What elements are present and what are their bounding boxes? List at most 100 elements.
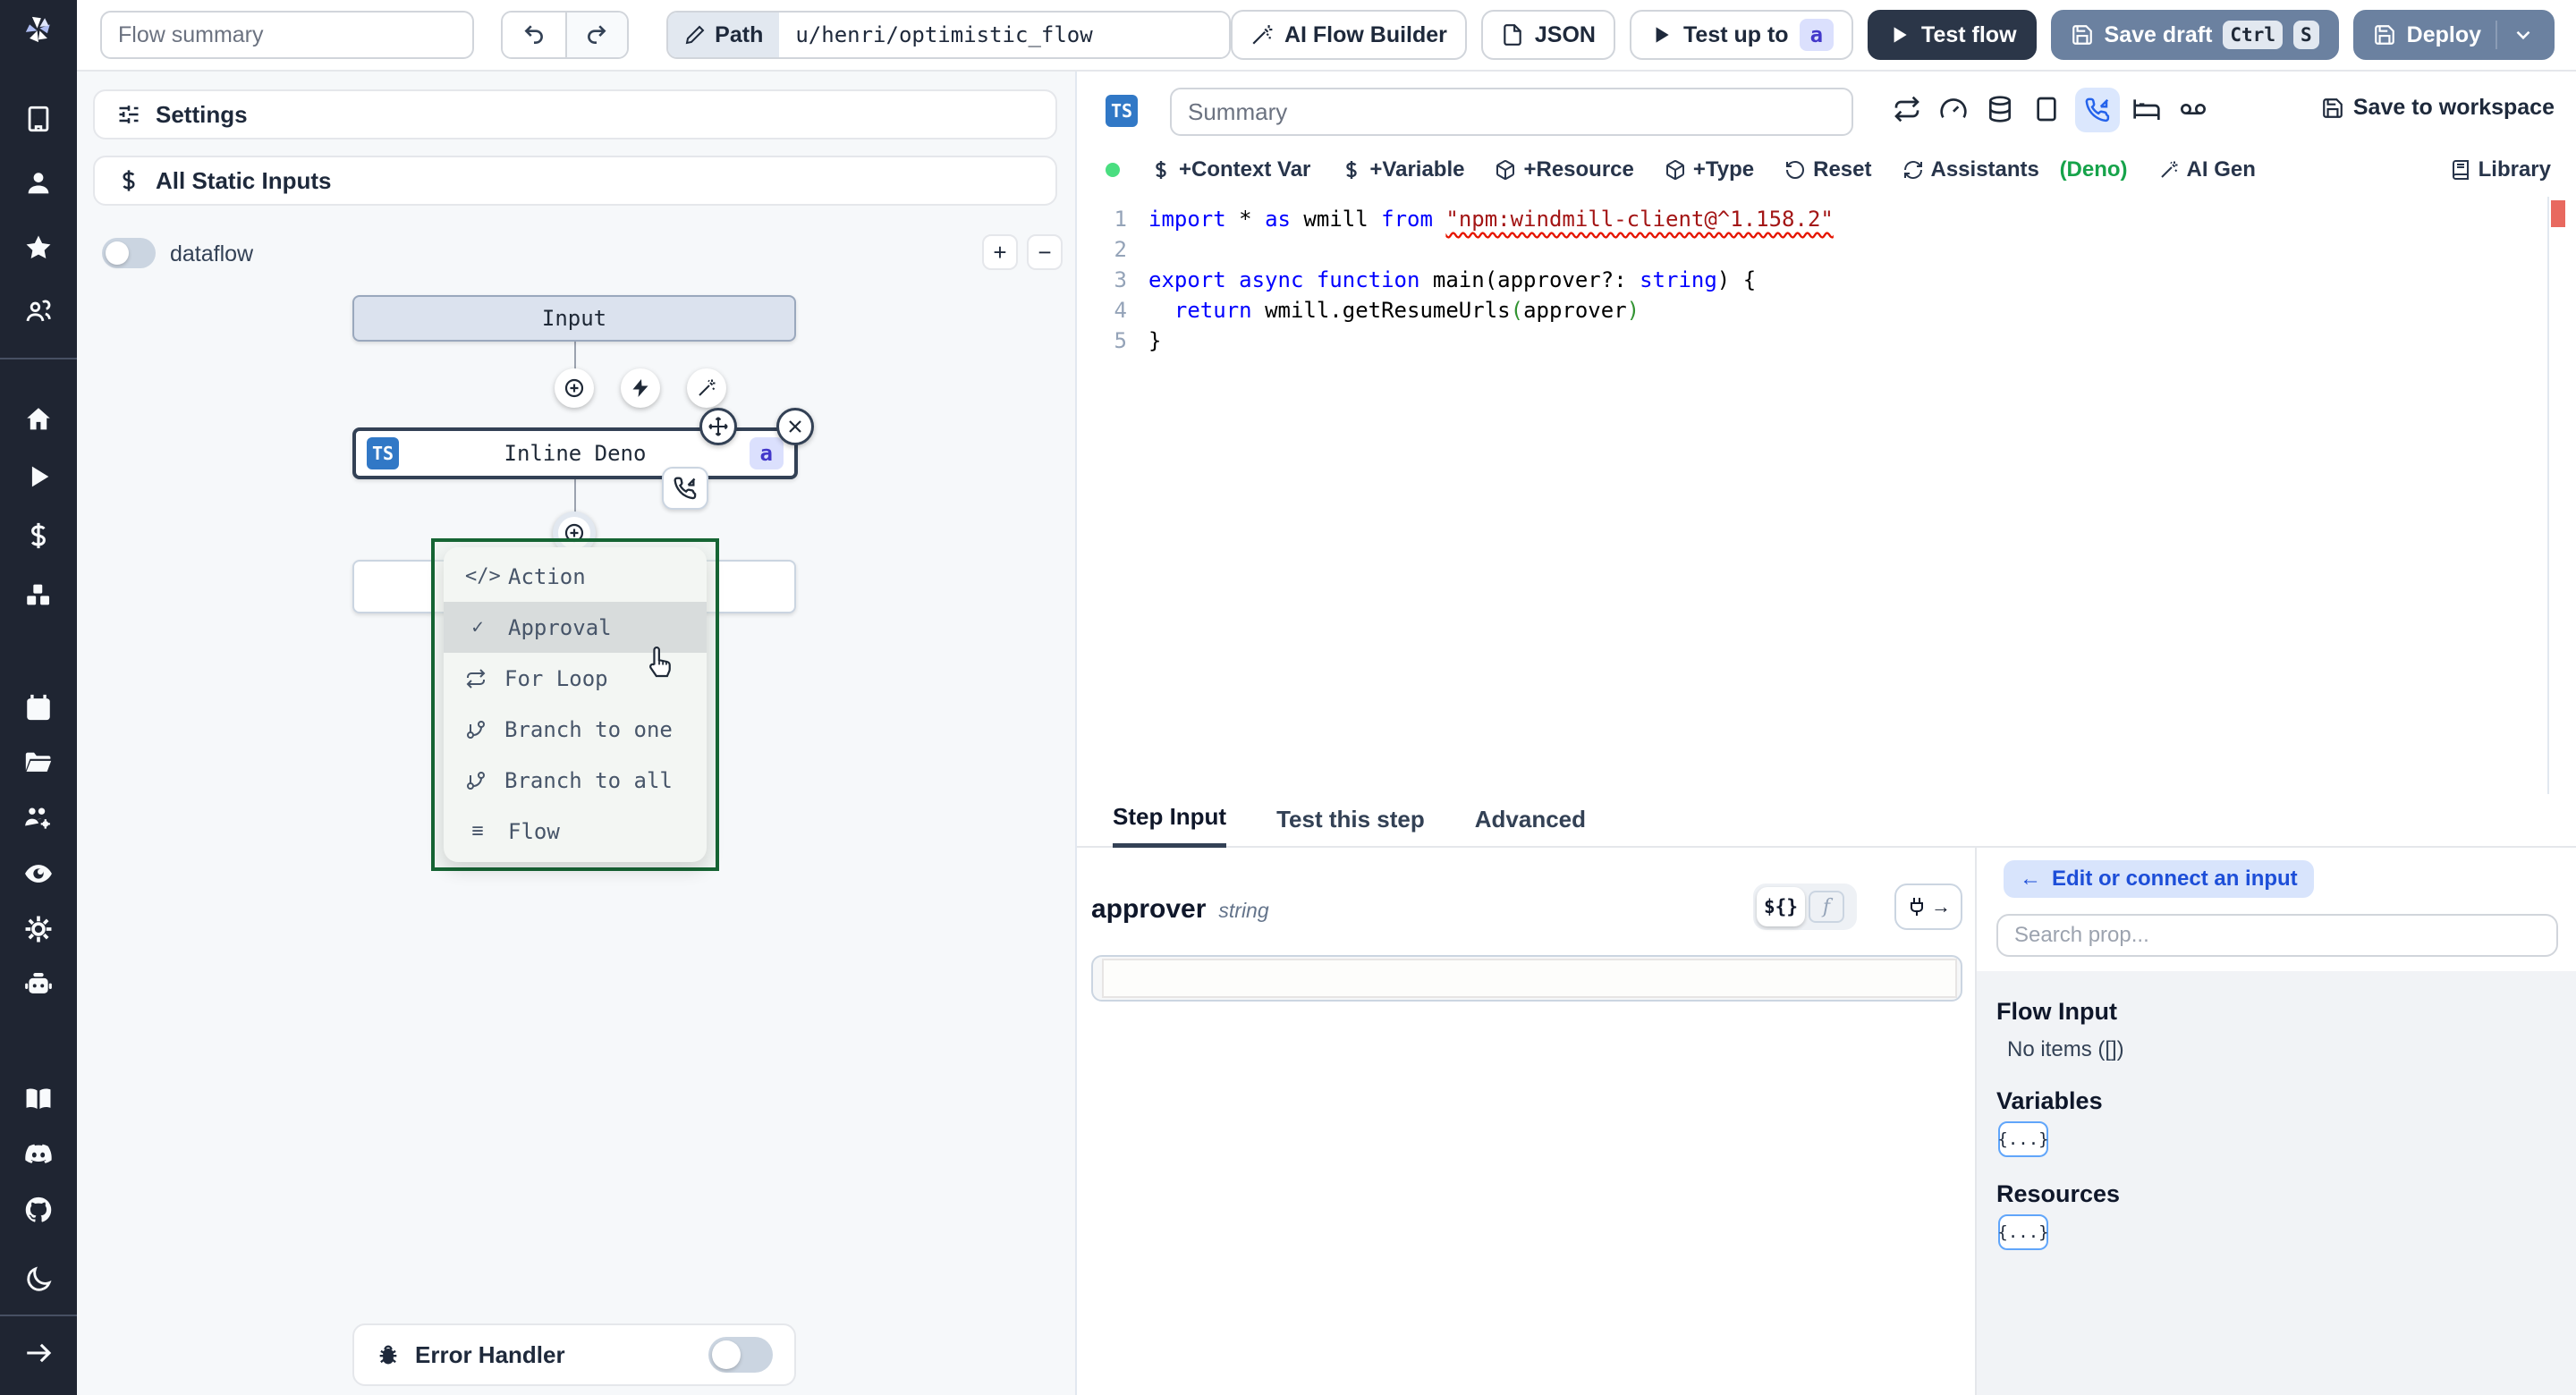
discord-icon[interactable] — [0, 1139, 77, 1170]
all-static-inputs-card[interactable]: All Static Inputs — [93, 156, 1057, 206]
folders-icon[interactable] — [0, 748, 77, 778]
test-up-to-button[interactable]: Test up to a — [1630, 10, 1854, 60]
json-button[interactable]: JSON — [1480, 10, 1615, 60]
variables-expand-chip[interactable]: {...} — [1997, 1121, 2049, 1157]
search-prop-input[interactable] — [1996, 914, 2558, 957]
tab-advanced[interactable]: Advanced — [1475, 806, 1586, 846]
tab-step-input[interactable]: Step Input — [1113, 803, 1227, 848]
groups-admin-icon[interactable] — [0, 803, 77, 833]
play-icon — [1894, 27, 1907, 43]
windmill-flow-builder: Path AI Flow Builder JSON Test up to a T… — [0, 0, 2576, 1395]
runs-play-icon[interactable] — [0, 461, 77, 492]
status-dot — [1106, 163, 1120, 177]
input-node[interactable]: Input — [352, 295, 796, 342]
test-flow-button[interactable]: Test flow — [1868, 10, 2037, 60]
suspend-approval-button[interactable] — [2075, 88, 2120, 132]
workspace-icon[interactable] — [0, 104, 77, 134]
variables-dollar-icon[interactable] — [0, 520, 77, 551]
menu-item-branch-to-one[interactable]: Branch to one — [444, 704, 707, 755]
undo-button[interactable] — [502, 13, 565, 57]
users-group-icon[interactable] — [0, 297, 77, 327]
audit-eye-icon[interactable] — [0, 858, 77, 889]
step-summary-input[interactable] — [1170, 88, 1853, 136]
github-icon[interactable] — [0, 1195, 77, 1225]
file-icon — [1504, 24, 1521, 46]
field-label: approver string — [1091, 894, 1269, 924]
close-icon — [789, 420, 801, 433]
add-variable-button[interactable]: +Variable — [1341, 157, 1464, 182]
kbd-ctrl: Ctrl — [2223, 21, 2283, 49]
early-stop-gauge-icon[interactable] — [1939, 95, 1971, 127]
overview-ruler — [2547, 197, 2549, 794]
editor-toolbar: +Context Var +Variable +Resource +Type R… — [1077, 150, 2576, 190]
dataflow-toggle[interactable] — [102, 238, 156, 268]
deploy-button[interactable]: Deploy — [2352, 10, 2555, 60]
tab-test-this-step[interactable]: Test this step — [1276, 806, 1425, 846]
suspend-phone-badge[interactable] — [662, 467, 708, 510]
resources-boxes-icon[interactable] — [0, 579, 77, 610]
box-icon — [1665, 160, 1684, 180]
library-button[interactable]: Library — [2450, 157, 2551, 182]
assistants-button[interactable]: Assistants (Deno) — [1902, 157, 2128, 182]
left-rail — [0, 0, 77, 1395]
connect-input-button[interactable]: → — [1894, 884, 1962, 930]
flow-settings-card[interactable]: Settings — [93, 89, 1057, 140]
zoom-in-button[interactable]: + — [982, 234, 1018, 270]
fn-mode-button[interactable]: f — [1809, 891, 1844, 923]
expand-arrow-icon[interactable] — [0, 1338, 77, 1368]
mock-square-icon[interactable] — [2032, 95, 2064, 127]
redo-button[interactable] — [564, 13, 628, 57]
ai-gen-button[interactable]: AI Gen — [2158, 157, 2256, 182]
ai-flow-builder-button[interactable]: AI Flow Builder — [1230, 10, 1467, 60]
resources-expand-chip[interactable]: {...} — [1997, 1214, 2049, 1250]
line-numbers: 12345 — [1114, 207, 1127, 353]
delete-node-button[interactable] — [776, 408, 814, 445]
windmill-logo[interactable] — [0, 14, 77, 45]
zoom-out-button[interactable]: − — [1027, 234, 1063, 270]
menu-item-branch-to-all[interactable]: Branch to all — [444, 755, 707, 806]
retry-icon[interactable] — [1893, 95, 1925, 127]
resources-title: Resources — [1996, 1180, 2121, 1207]
move-node-handle[interactable] — [699, 408, 737, 445]
book-icon — [2452, 160, 2469, 180]
path-input[interactable] — [779, 13, 1229, 57]
add-context-var-button[interactable]: +Context Var — [1150, 157, 1310, 182]
save-draft-button[interactable]: Save draft Ctrl S — [2050, 10, 2339, 60]
path-edit-button[interactable]: Path — [668, 13, 780, 57]
flow-summary-input[interactable] — [100, 11, 474, 59]
ai-suggest-button[interactable] — [687, 368, 726, 408]
cache-database-icon[interactable] — [1986, 95, 2018, 127]
favorites-star-icon[interactable] — [0, 232, 77, 263]
dollar-icon — [123, 170, 135, 191]
workers-robot-icon[interactable] — [0, 969, 77, 1000]
insert-step-button[interactable] — [555, 368, 594, 408]
home-icon[interactable] — [0, 404, 77, 435]
menu-item-flow[interactable]: ≡ Flow — [444, 806, 707, 857]
error-handler-card[interactable]: Error Handler — [352, 1323, 796, 1386]
schedules-calendar-icon[interactable] — [0, 692, 77, 723]
reset-button[interactable]: Reset — [1784, 157, 1872, 182]
add-type-button[interactable]: +Type — [1665, 157, 1754, 182]
dark-mode-moon-icon[interactable] — [0, 1264, 77, 1295]
save-icon — [2374, 25, 2394, 45]
docs-book-icon[interactable] — [0, 1084, 77, 1114]
path-group: Path — [666, 11, 1231, 59]
settings-gear-icon[interactable] — [0, 914, 77, 944]
trigger-button[interactable] — [621, 368, 660, 408]
chevron-down-icon[interactable] — [2512, 23, 2535, 46]
edit-or-connect-pill[interactable]: ← Edit or connect an input — [2004, 860, 2314, 898]
code-lines: import * as wmill from "npm:windmill-cli… — [1148, 207, 1834, 353]
user-icon[interactable] — [0, 168, 77, 199]
sleep-bed-icon[interactable] — [2132, 95, 2165, 127]
flow-canvas: Settings All Static Inputs dataflow + − … — [77, 72, 1077, 1395]
voicemail-icon[interactable] — [2179, 95, 2211, 127]
error-handler-toggle[interactable] — [708, 1337, 773, 1373]
box-icon — [1496, 160, 1515, 180]
add-resource-button[interactable]: +Resource — [1495, 157, 1634, 182]
step-type-menu: </> Action ✓ Approval For Loop Branch to o… — [444, 547, 707, 862]
expr-mode-button[interactable]: ${} — [1757, 887, 1805, 926]
approver-value-input[interactable] — [1091, 955, 1962, 1002]
save-to-workspace-button[interactable]: Save to workspace — [2321, 95, 2555, 121]
menu-item-action[interactable]: </> Action — [444, 551, 707, 602]
code-editor[interactable]: 12345 import * as wmill from "npm:windmi… — [1077, 197, 2576, 798]
